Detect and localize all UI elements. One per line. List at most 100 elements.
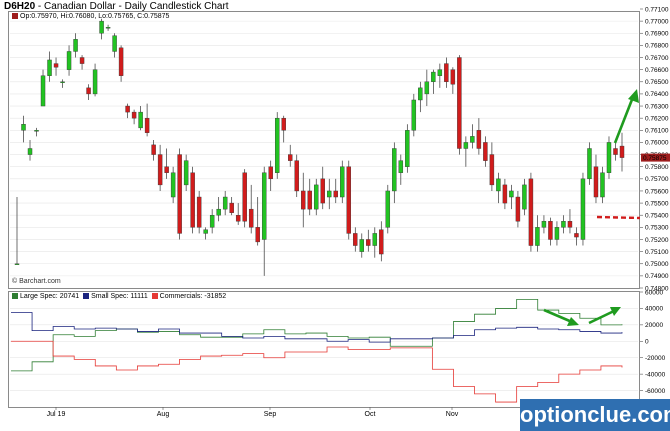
candle-down [366, 239, 371, 246]
candle-down [379, 229, 384, 255]
candle-up [60, 81, 65, 83]
candle-up [600, 172, 605, 198]
price-ytick-label: 0.76900 [645, 31, 669, 38]
candle-down [125, 105, 130, 113]
candle-down [593, 166, 599, 198]
candle-down [333, 190, 338, 198]
candle-down [242, 172, 247, 222]
candle-up [203, 229, 208, 234]
candle-up [34, 130, 39, 132]
small-spec-line [11, 312, 623, 343]
candle-up [14, 263, 20, 265]
candle-up [112, 35, 117, 52]
candle-up [222, 196, 228, 210]
candle-down [528, 178, 534, 246]
candle-up [554, 227, 560, 240]
candle-down [502, 184, 508, 204]
candle-up [431, 71, 436, 82]
candle-up [261, 172, 267, 240]
candle-up [138, 111, 143, 129]
candle-down [301, 190, 306, 210]
candle-down [164, 166, 169, 173]
cot-ytick-label: -60000 [645, 388, 666, 395]
candle-up [411, 99, 417, 131]
x-tick-label: Oct [365, 411, 376, 418]
candle-down [515, 196, 521, 222]
candle-up [522, 184, 527, 210]
candle-down [131, 111, 137, 119]
cot-ytick-label: 20000 [645, 322, 663, 329]
price-ytick-label: 0.76700 [645, 55, 669, 62]
candle-down [79, 57, 85, 64]
candle-down [346, 166, 351, 234]
candle-down [567, 221, 573, 228]
candle-up [274, 117, 280, 173]
price-ytick-label: 0.75000 [645, 261, 669, 268]
candle-down [489, 154, 495, 186]
candle-up [606, 142, 612, 173]
support-dashed-line [596, 215, 641, 220]
candle-down [288, 154, 293, 161]
candle-down [444, 63, 449, 82]
price-ytick-label: 0.75800 [645, 164, 669, 171]
cot-ytick-label: 0 [645, 339, 649, 346]
candle-up [418, 87, 423, 101]
x-tick-label: Aug [157, 411, 170, 418]
commercials-line [11, 340, 623, 403]
candle-down [268, 166, 273, 180]
candle-down [190, 172, 195, 228]
price-ytick-label: 0.76400 [645, 91, 669, 98]
candle-down [118, 47, 124, 76]
candle-up [66, 51, 72, 70]
price-ytick-label: 0.75500 [645, 200, 669, 207]
last-price-label: 0.75875 [643, 155, 667, 162]
x-tick-label: Nov [446, 411, 459, 418]
price-ytick-label: 0.76100 [645, 128, 669, 135]
cot-ytick-label: 40000 [645, 306, 663, 313]
price-ytick-label: 0.75600 [645, 188, 669, 195]
candle-up [73, 39, 78, 52]
candle-down [196, 196, 202, 228]
candle-up [314, 184, 319, 210]
cot-up-arrow-shaft [588, 309, 615, 325]
candle-up [21, 124, 26, 131]
candle-up [405, 130, 410, 167]
price-ytick-label: 0.76500 [645, 79, 669, 86]
price-ytick-label: 0.75300 [645, 225, 669, 232]
candle-down [144, 117, 150, 133]
candle-down [613, 148, 618, 155]
candle-down [619, 145, 625, 158]
candle-down [255, 227, 260, 243]
candle-down [548, 221, 553, 240]
candle-up [424, 81, 430, 95]
candle-down [450, 69, 456, 85]
candle-up [437, 69, 443, 76]
price-ytick-label: 0.76000 [645, 140, 669, 147]
chart-canvas: 0.77100 0.77000 0.76900 0.76800 0.76700 0.766… [10, 6, 670, 418]
up-arrow-head [628, 89, 639, 103]
candle-up [535, 227, 540, 246]
cot-ytick-label: 60000 [645, 289, 663, 296]
candle-up [372, 233, 378, 246]
candle-down [281, 117, 286, 131]
candle-down [307, 190, 312, 210]
price-ytick-label: 0.76600 [645, 67, 669, 74]
candle-down [294, 160, 299, 192]
price-ytick-label: 0.75400 [645, 213, 669, 220]
price-ytick-label: 0.75100 [645, 249, 669, 256]
candle-up [92, 69, 98, 95]
price-ytick-label: 0.75200 [645, 237, 669, 244]
watermark-logo: optionclue.com [520, 399, 670, 431]
candle-up [209, 215, 215, 228]
candle-down [320, 178, 325, 204]
candle-up [385, 190, 391, 228]
price-ytick-label: 0.76300 [645, 103, 669, 110]
cot-ytick-label: -20000 [645, 355, 666, 362]
candle-down [574, 233, 579, 238]
candle-down [457, 57, 462, 149]
candle-up [340, 166, 345, 198]
candle-up [216, 208, 221, 216]
candle-up [463, 142, 469, 149]
candle-down [476, 130, 482, 149]
candle-down [353, 233, 358, 246]
